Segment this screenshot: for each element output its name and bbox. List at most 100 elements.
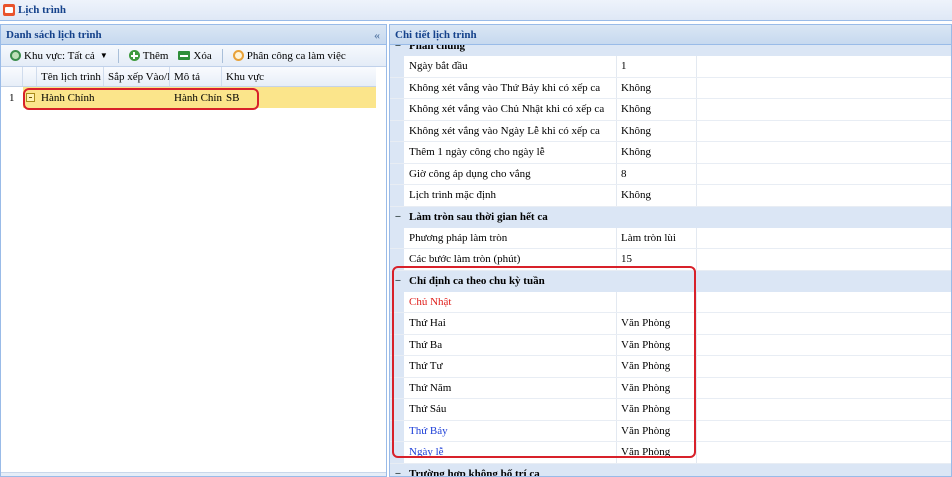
property-name: Phương pháp làm tròn [404,227,617,248]
property-row[interactable]: Chủ Nhật [390,291,951,313]
column-header-label: Sắp xếp Vào/Ra [108,70,169,83]
region-icon [10,50,21,61]
property-row[interactable]: Phương pháp làm tròn Làm tròn lùi [390,227,951,249]
property-name: Lịch trình mặc định [404,185,617,206]
collapse-toggle-icon[interactable]: − [393,45,403,52]
property-value[interactable]: Văn Phòng [617,442,697,463]
property-row[interactable]: Thứ Tư Văn Phòng [390,356,951,378]
row-gutter [390,227,404,248]
row-gutter [390,291,404,312]
row-gutter [390,142,404,163]
row-expand-icon [26,93,35,102]
section-title: Chỉ định ca theo chu kỳ tuần [409,275,545,287]
column-header-label: Mô tả [174,70,200,83]
property-value[interactable]: Không [617,185,697,206]
property-row[interactable]: Thứ Sáu Văn Phòng [390,399,951,421]
property-name: Thứ Bảy [404,420,617,441]
property-value[interactable]: 15 [617,249,697,270]
property-row[interactable]: Không xét vắng vào Thứ Bảy khi có xếp ca… [390,77,951,99]
collapse-toggle-icon[interactable]: − [393,275,403,287]
row-gutter [390,420,404,441]
property-value[interactable]: Không [617,99,697,120]
property-section[interactable]: − Trường hợp không bố trí ca [390,463,951,476]
panel-title: Danh sách lịch trình [6,28,102,41]
schedule-detail-panel: Chi tiết lịch trình − Phần chung Ngày bắt … [389,24,952,477]
property-value[interactable]: 8 [617,163,697,184]
table-row[interactable]: 1 Hành Chính Hành Chính SB [1,87,376,108]
cell-sort [104,87,170,108]
property-row[interactable]: Thứ Hai Văn Phòng [390,313,951,335]
property-value[interactable]: Không [617,120,697,141]
property-row[interactable]: Giờ công áp dụng cho vắng 8 [390,163,951,185]
window-titlebar: Lịch trình [0,0,952,21]
property-row[interactable]: Các bước làm tròn (phút) 15 [390,249,951,271]
property-row[interactable]: Thứ Năm Văn Phòng [390,377,951,399]
column-header-name[interactable]: Tên lịch trình ▲ [37,67,104,86]
property-section[interactable]: − Phần chung [390,45,951,56]
property-row[interactable]: Lịch trình mặc định Không [390,185,951,207]
add-button[interactable]: Thêm [126,49,172,63]
row-gutter [390,377,404,398]
property-row[interactable]: Thứ Bảy Văn Phòng [390,420,951,442]
property-value[interactable]: Làm tròn lùi [617,227,697,248]
property-name: Chủ Nhật [404,291,617,312]
property-row[interactable]: Không xét vắng vào Ngày Lễ khi có xếp ca… [390,120,951,142]
row-gutter [390,163,404,184]
row-gutter [390,442,404,463]
row-number-header [1,67,23,86]
dropdown-arrow-icon: ▼ [99,51,108,60]
column-header-region[interactable]: Khu vực [222,67,376,86]
collapse-toggle-icon[interactable]: − [393,211,403,223]
horizontal-scrollbar[interactable] [1,472,386,476]
column-header-description[interactable]: Mô tả [170,67,222,86]
property-name: Thứ Hai [404,313,617,334]
property-section[interactable]: − Chỉ định ca theo chu kỳ tuần [390,270,951,292]
property-row[interactable]: Thứ Ba Văn Phòng [390,334,951,356]
cell-description: Hành Chính [174,91,222,104]
property-value[interactable]: Văn Phòng [617,377,697,398]
property-name: Thứ Sáu [404,399,617,420]
schedule-list-panel: Danh sách lịch trình « Khu vực: Tất cả ▼… [0,24,387,477]
property-grid-body: − Phần chung Ngày bắt đầu 1 Không xét vắng v… [390,45,951,476]
property-value[interactable]: Văn Phòng [617,313,697,334]
row-marker [23,87,37,108]
delete-icon [178,51,191,60]
row-gutter [390,56,404,77]
region-filter-dropdown[interactable]: Khu vực: Tất cả ▼ [7,49,111,63]
property-section[interactable]: − Làm tròn sau thời gian hết ca [390,206,951,228]
property-name: Thứ Tư [404,356,617,377]
property-row[interactable]: Ngày lễ Văn Phòng [390,442,951,464]
collapse-toggle-icon[interactable]: − [393,468,403,476]
add-label: Thêm [142,49,169,62]
cell-name: Hành Chính [41,91,95,104]
property-name: Giờ công áp dụng cho vắng [404,163,617,184]
schedule-list-header: Danh sách lịch trình « [1,25,386,45]
property-name: Thứ Năm [404,377,617,398]
column-header-label: Khu vực [226,70,265,83]
property-value[interactable]: Không [617,142,697,163]
property-name: Không xét vắng vào Ngày Lễ khi có xếp ca [404,120,617,141]
collapse-left-icon[interactable]: « [374,28,380,43]
property-value[interactable]: Văn Phòng [617,420,697,441]
property-value[interactable]: Văn Phòng [617,399,697,420]
row-gutter [390,334,404,355]
toolbar-separator [117,48,119,63]
property-row[interactable]: Không xét vắng vào Chủ Nhật khi có xếp c… [390,99,951,121]
delete-button[interactable]: Xóa [175,49,214,63]
property-value[interactable]: Văn Phòng [617,356,697,377]
property-value[interactable]: Không [617,77,697,98]
assign-shift-button[interactable]: Phân công ca làm việc [230,49,349,63]
property-value[interactable]: Văn Phòng [617,334,697,355]
column-header-sort[interactable]: Sắp xếp Vào/Ra [104,67,170,86]
property-row[interactable]: Ngày bắt đầu 1 [390,56,951,78]
property-value[interactable]: 1 [617,56,697,77]
delete-label: Xóa [193,49,212,62]
row-gutter [390,249,404,270]
assign-shift-icon [232,50,244,61]
property-value[interactable] [617,291,697,312]
property-grid: − Phần chung Ngày bắt đầu 1 Không xét vắng v… [390,45,951,476]
property-name: Thêm 1 ngày công cho ngày lễ [404,142,617,163]
row-gutter [390,399,404,420]
property-row[interactable]: Thêm 1 ngày công cho ngày lễ Không [390,142,951,164]
schedule-toolbar: Khu vực: Tất cả ▼ Thêm Xóa Phân công ca … [1,45,386,67]
